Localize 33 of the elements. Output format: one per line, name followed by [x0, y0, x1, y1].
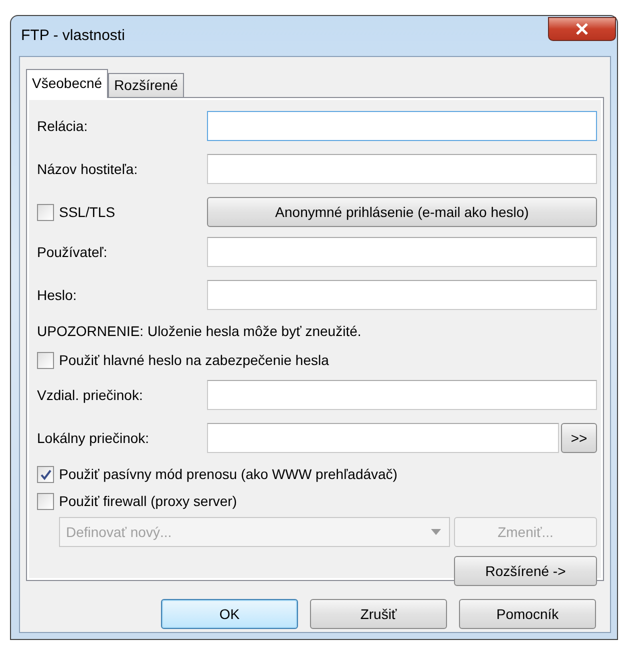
- checkbox-label: Použiť firewall (proxy server): [59, 492, 237, 511]
- field-label: Relácia:: [37, 116, 89, 136]
- checkbox[interactable]: [37, 204, 54, 220]
- checkbox-label: Použiť pasívny mód prenosu (ako WWW prehľadávač): [59, 465, 398, 484]
- warning-text: UPOZORNENIE: Uloženie hesla môže byť zneužité.: [37, 322, 362, 341]
- field-label: Vzdial. priečinok:: [37, 386, 144, 405]
- field-label: Lokálny priečinok:: [37, 428, 150, 448]
- close-button[interactable]: [548, 17, 616, 41]
- text-field[interactable]: [207, 380, 597, 410]
- checkbox[interactable]: [37, 493, 54, 510]
- dialog-button[interactable]: Pomocník: [459, 599, 596, 629]
- dialog-button[interactable]: Zrušiť: [310, 599, 447, 629]
- text-field[interactable]: [207, 154, 597, 184]
- close-icon: [575, 23, 589, 35]
- text-field[interactable]: [207, 111, 597, 141]
- field-label: Používateľ:: [37, 242, 108, 262]
- text-field[interactable]: [207, 237, 597, 267]
- advanced-button[interactable]: Rozšírené ->: [454, 556, 597, 586]
- browse-button[interactable]: >>: [561, 423, 597, 453]
- checkbox[interactable]: [37, 352, 54, 369]
- dialog-button[interactable]: OK: [161, 599, 298, 629]
- anonymous-login-button[interactable]: Anonymné prihlásenie (e-mail ako heslo): [207, 197, 597, 227]
- field-label: Názov hostiteľa:: [37, 160, 139, 178]
- checkbox-label: SSL/TLS: [59, 202, 116, 222]
- tab[interactable]: Všeobecné: [26, 69, 108, 98]
- text-field[interactable]: [207, 423, 559, 453]
- checkbox-label: Použiť hlavné heslo na zabezpečenie hesla: [59, 351, 329, 370]
- text-field[interactable]: [207, 280, 597, 310]
- field-label: Heslo:: [37, 286, 78, 304]
- dropdown-arrow-icon: [431, 529, 441, 535]
- window-title: FTP - vlastnosti: [20, 26, 125, 46]
- checkbox[interactable]: [37, 466, 54, 483]
- tab[interactable]: Rozšírené: [108, 73, 184, 97]
